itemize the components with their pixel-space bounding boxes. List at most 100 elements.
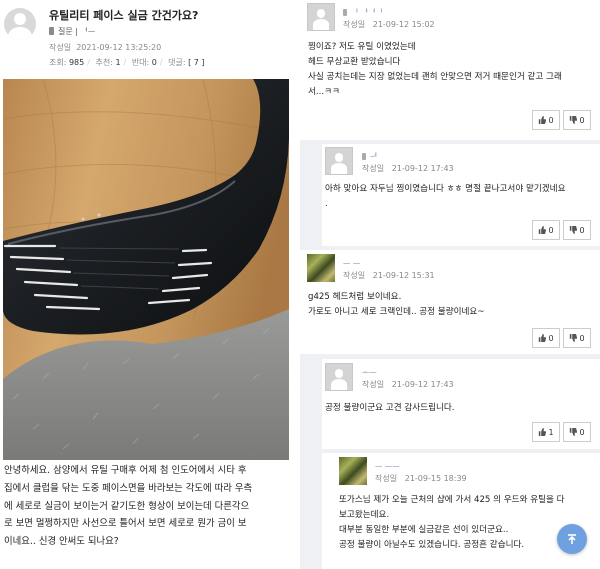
comment-line: 보고왔는데요. [339, 510, 390, 520]
comment-date-label: 작성일 [343, 271, 366, 280]
comments-label: 댓글: [168, 58, 186, 67]
comments-count: [ 7 ] [188, 58, 205, 67]
downvote-button[interactable]: 0 [563, 110, 591, 130]
post-header: 유틸리티 페이스 실금 간건가요? 질문 | ᅥᅳ 작성일 2021-09-12… [0, 0, 293, 76]
level-icon [343, 9, 347, 16]
recommend-label: 추천: [95, 58, 113, 67]
comment: ᅳ ᅳ 작성일 21-09-12 15:31 g425 헤드처럼 보이네요. 가… [300, 250, 600, 354]
downvote-count: 0 [579, 333, 585, 343]
post-date-value: 2021-09-12 13:25:20 [76, 43, 162, 52]
scroll-top-button[interactable] [557, 524, 587, 554]
post-panel: 유틸리티 페이스 실금 간건가요? 질문 | ᅥᅳ 작성일 2021-09-12… [0, 0, 293, 569]
upvote-button[interactable]: 0 [532, 110, 560, 130]
level-icon [49, 27, 54, 35]
comment-date-value: 21-09-12 17:43 [391, 380, 454, 389]
upvote-count: 0 [548, 115, 554, 125]
comment-line: 아하 맞아요 자두님 찡이였습니다 ㅎㅎ 명절 끝나고서야 맡기겠네요 [325, 184, 566, 194]
downvote-button[interactable]: 0 [563, 328, 591, 348]
comment-avatar[interactable] [339, 457, 367, 485]
comment-date-label: 작성일 [362, 380, 385, 389]
post-body-line: 에 세로로 실금이 보이는거 같기도한 형상이 보이는데 다른각으 [4, 500, 250, 512]
comment-reply: ᅳ ᅳᅳ 작성일 21-09-15 18:39 또가스님 제가 오늘 근처의 샵… [322, 453, 600, 569]
post-body: 안녕하세요. 삼양에서 유틸 구매후 어제 첨 인도어에서 시타 후 집에서 클… [4, 462, 290, 551]
comment-date: 작성일 21-09-15 18:39 [375, 473, 467, 484]
comment-line: 헤드 무상교환 받았습니다 [308, 57, 401, 67]
comment-text: 공정 불량이군요 고견 감사드립니다. [325, 401, 597, 416]
post-photo[interactable] [3, 79, 289, 460]
downvote-button[interactable]: 0 [563, 220, 591, 240]
comment-line: 공정 불량이군요 고견 감사드립니다. [325, 403, 455, 413]
comment-date: 작성일 21-09-12 17:43 [362, 163, 454, 174]
post-author-name: 질문 | ᅥᅳ [58, 27, 96, 36]
thumbs-up-icon [539, 116, 547, 124]
comment-text: 아하 맞아요 자두님 찡이였습니다 ㅎㅎ 명절 끝나고서야 맡기겠네요 . [325, 182, 597, 212]
thumbs-down-icon [570, 428, 578, 436]
post-body-line: 안녕하세요. 삼양에서 유틸 구매후 어제 첨 인도어에서 시타 후 [4, 465, 247, 476]
comment-line: g425 헤드처럼 보이네요. [308, 292, 402, 302]
recommend-count: 1 [115, 58, 121, 67]
comment-text: 찡이죠? 저도 유틸 이였었는데 헤드 무상교환 받았습니다 사실 공치는데는 … [308, 40, 598, 100]
comment-line: 찡이죠? 저도 유틸 이였었는데 [308, 42, 416, 52]
upvote-button[interactable]: 0 [532, 328, 560, 348]
comment-avatar[interactable] [307, 3, 335, 31]
thumbs-up-icon [539, 428, 547, 436]
comment-avatar[interactable] [325, 363, 353, 391]
comment-date: 작성일 21-09-12 15:02 [343, 19, 435, 30]
post-body-line: 집에서 클럽을 닦는 도중 페이스면을 바라보는 각도에 따라 우측 [4, 482, 253, 494]
comment-author[interactable]: ᅳ ᅳ [343, 258, 360, 269]
downvote-button[interactable]: 0 [563, 422, 591, 442]
comment-avatar[interactable] [307, 254, 335, 282]
post-stats: 조회: 985/ 추천: 1/ 반대: 0/ 댓글: [ 7 ] [49, 58, 205, 67]
comment-date: 작성일 21-09-12 17:43 [362, 379, 454, 390]
comment-author-name: ᅳ ᅳᅳ [375, 462, 400, 471]
oppose-count: 0 [151, 58, 157, 67]
comment-avatar[interactable] [325, 147, 353, 175]
post-body-line: 이네요.. 신경 안써도 되나요? [4, 536, 119, 548]
comment-date-label: 작성일 [362, 164, 385, 173]
comment-author-name: ᅳ ᅳ [343, 259, 361, 268]
comment-date-label: 작성일 [343, 20, 366, 29]
comment-line: . [325, 199, 328, 209]
views-count: 985 [68, 58, 85, 67]
comment-text: g425 헤드처럼 보이네요. 가로도 아니고 세로 크랙인데.. 공정 불량이… [308, 290, 598, 320]
comment-author[interactable]: ᅳᅥ [362, 151, 377, 162]
upvote-button[interactable]: 0 [532, 220, 560, 240]
comment-date: 작성일 21-09-12 15:31 [343, 270, 435, 281]
comment-author-name: ᅩᅳ [362, 368, 377, 377]
oppose-label: 반대: [131, 58, 150, 67]
level-icon [362, 153, 366, 160]
comment-author[interactable]: ᅩᅳ [362, 367, 377, 378]
thumbs-down-icon [570, 116, 578, 124]
comment-date-label: 작성일 [375, 474, 398, 483]
page: 유틸리티 페이스 실금 간건가요? 질문 | ᅥᅳ 작성일 2021-09-12… [0, 0, 600, 569]
divider [293, 0, 300, 569]
thumbs-down-icon [570, 334, 578, 342]
post-title: 유틸리티 페이스 실금 간건가요? [49, 9, 199, 22]
comment-line: 가로도 아니고 세로 크랙인데.. 공정 불량이네요~ [308, 307, 485, 317]
post-date-label: 작성일 [49, 43, 72, 52]
post-author[interactable]: 질문 | ᅥᅳ [49, 26, 95, 37]
downvote-count: 0 [579, 115, 585, 125]
comment-reply: ᅩᅳ 작성일 21-09-12 17:43 공정 불량이군요 고견 감사드립니다… [322, 359, 600, 449]
comment-author-name: ᅳᅥ [370, 152, 378, 161]
post-date: 작성일 2021-09-12 13:25:20 [49, 42, 161, 53]
downvote-count: 0 [579, 427, 585, 437]
comment-date-value: 21-09-12 15:02 [372, 20, 435, 29]
comment-date-value: 21-09-12 15:31 [372, 271, 435, 280]
comment-author[interactable]: ᅳ ᅳᅳ [375, 461, 400, 472]
upvote-count: 1 [548, 427, 554, 437]
downvote-count: 0 [579, 225, 585, 235]
comment-author-name: ᅵ ᅥᅥᅵ [351, 8, 383, 17]
author-avatar[interactable] [4, 8, 36, 40]
comment-author[interactable]: ᅵ ᅥᅥᅵ [343, 7, 383, 18]
upvote-button[interactable]: 1 [532, 422, 560, 442]
thumbs-down-icon [570, 226, 578, 234]
post-body-line: 로 보면 멀쩡하지만 사선으로 틀어서 보면 세로로 뭔가 금이 보 [4, 518, 247, 530]
views-label: 조회: [49, 58, 67, 67]
comment: ᅵ ᅥᅥᅵ 작성일 21-09-12 15:02 찡이죠? 저도 유틸 이였었는… [300, 0, 600, 140]
comment-reply: ᅳᅥ 작성일 21-09-12 17:43 아하 맞아요 자두님 찡이였습니다 … [322, 144, 600, 246]
comments-panel: ᅵ ᅥᅥᅵ 작성일 21-09-12 15:02 찡이죠? 저도 유틸 이였었는… [300, 0, 600, 569]
upvote-count: 0 [548, 225, 554, 235]
comment-line: 서...ㅋㅋ [308, 87, 340, 97]
thumbs-up-icon [539, 226, 547, 234]
